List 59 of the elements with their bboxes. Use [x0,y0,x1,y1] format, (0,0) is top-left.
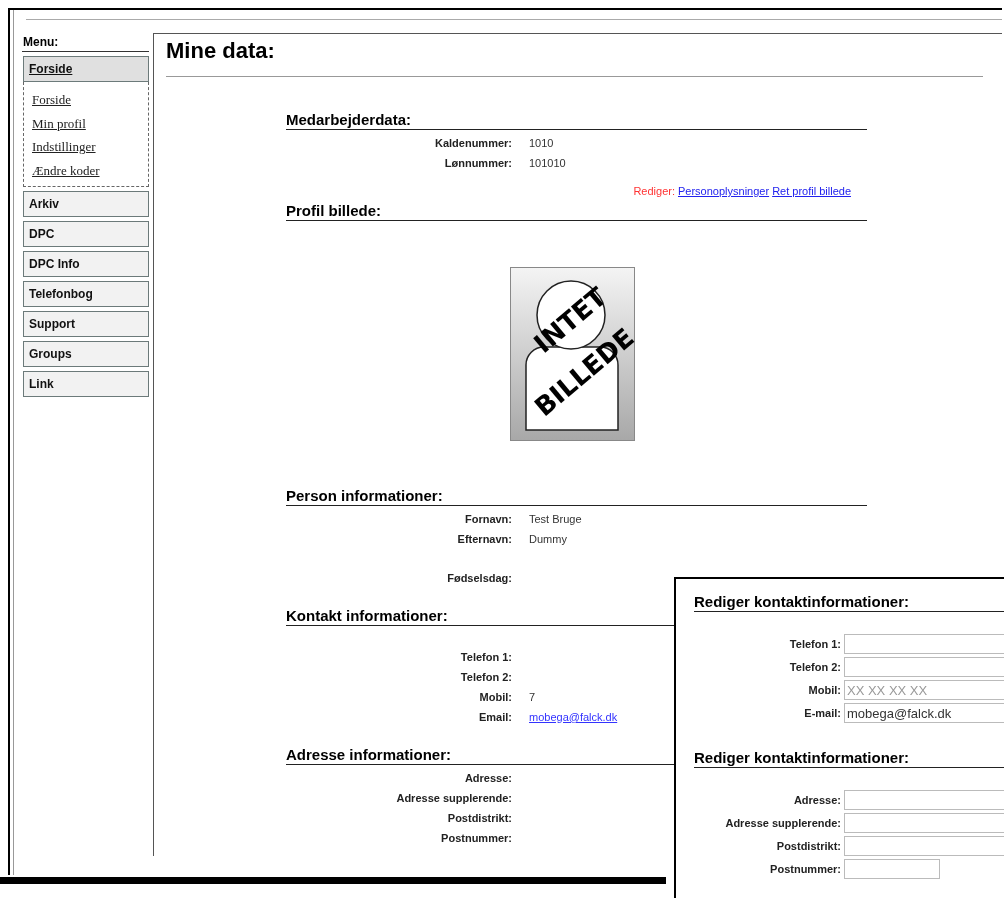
field-label: Postnummer: [770,862,841,877]
field-value: Dummy [529,532,567,547]
field-label: Telefon 1: [789,637,841,652]
field-label: Telefon 2: [789,660,841,675]
page-title: Mine data: [166,38,275,64]
submenu-link[interactable]: Forside [32,88,148,112]
input-field[interactable] [844,836,1004,856]
submenu-link[interactable]: Indstillinger [32,135,148,159]
field-label: Mobil: [808,683,841,698]
section-heading: Person informationer: [286,487,443,505]
menu-item[interactable]: Forside [23,56,149,82]
field-label: Email: [479,710,512,725]
section-heading: Kontakt informationer: [286,607,448,625]
field-label: E-mail: [804,706,841,721]
field-label: Efternavn: [457,532,512,547]
field-label: Postnummer: [441,831,512,846]
field-value: 101010 [529,156,566,171]
input-field[interactable]: XX XX XX XX [844,680,1004,700]
section-heading: Profil billede: [286,202,381,220]
panel-heading: Rediger kontaktinformationer: [694,593,910,611]
submenu-link[interactable]: Min profil [32,111,148,135]
menu-item[interactable]: DPC Info [23,251,149,277]
field-label: Mobil: [479,690,512,705]
field-value: Test Bruge [529,512,582,527]
field-label: Lønnummer: [444,156,512,171]
menu-item[interactable]: Telefonbog [23,281,149,307]
field-label: Fødselsdag: [447,571,512,586]
section-heading: Adresse informationer: [286,746,452,764]
input-field[interactable] [844,859,940,879]
field-label: Postdistrikt: [447,811,512,826]
field-label: Telefon 2: [460,670,512,685]
menu-item[interactable]: Arkiv [23,191,149,217]
menu-item[interactable]: Support [23,311,149,337]
field-label: Adresse supplerende: [396,791,512,806]
email-link[interactable]: mobega@falck.dk [529,707,618,727]
field-label: Telefon 1: [460,650,512,665]
edit-link[interactable]: Personoplysninger [678,185,770,197]
input-field[interactable] [844,634,1004,654]
input-field[interactable] [844,657,1004,677]
field-label: Adresse: [464,771,512,786]
edit-link[interactable]: Ret profil billede [772,185,851,197]
field-label: Postdistrikt: [776,839,841,854]
field-value: 7 [529,690,536,705]
field-label: Adresse: [793,793,841,808]
menu-item[interactable]: DPC [23,221,149,247]
section-heading: Medarbejderdata: [286,111,412,129]
edit-label: Rediger: [633,185,675,197]
field-label: Kaldenummer: [434,136,512,151]
submenu-link[interactable]: Ændre koder [32,158,148,182]
menu-item[interactable]: Groups [23,341,149,367]
input-field[interactable] [844,813,1004,833]
field-label: Adresse supplerende: [725,816,841,831]
menu-title: Menu: [22,33,149,52]
panel-heading: Rediger kontaktinformationer: [694,749,910,767]
field-label: Fornavn: [464,512,512,527]
field-value: 1010 [529,136,554,151]
menu-item[interactable]: Link [23,371,149,397]
input-field[interactable]: mobega@falck.dk [844,703,1004,723]
input-field[interactable] [844,790,1004,810]
